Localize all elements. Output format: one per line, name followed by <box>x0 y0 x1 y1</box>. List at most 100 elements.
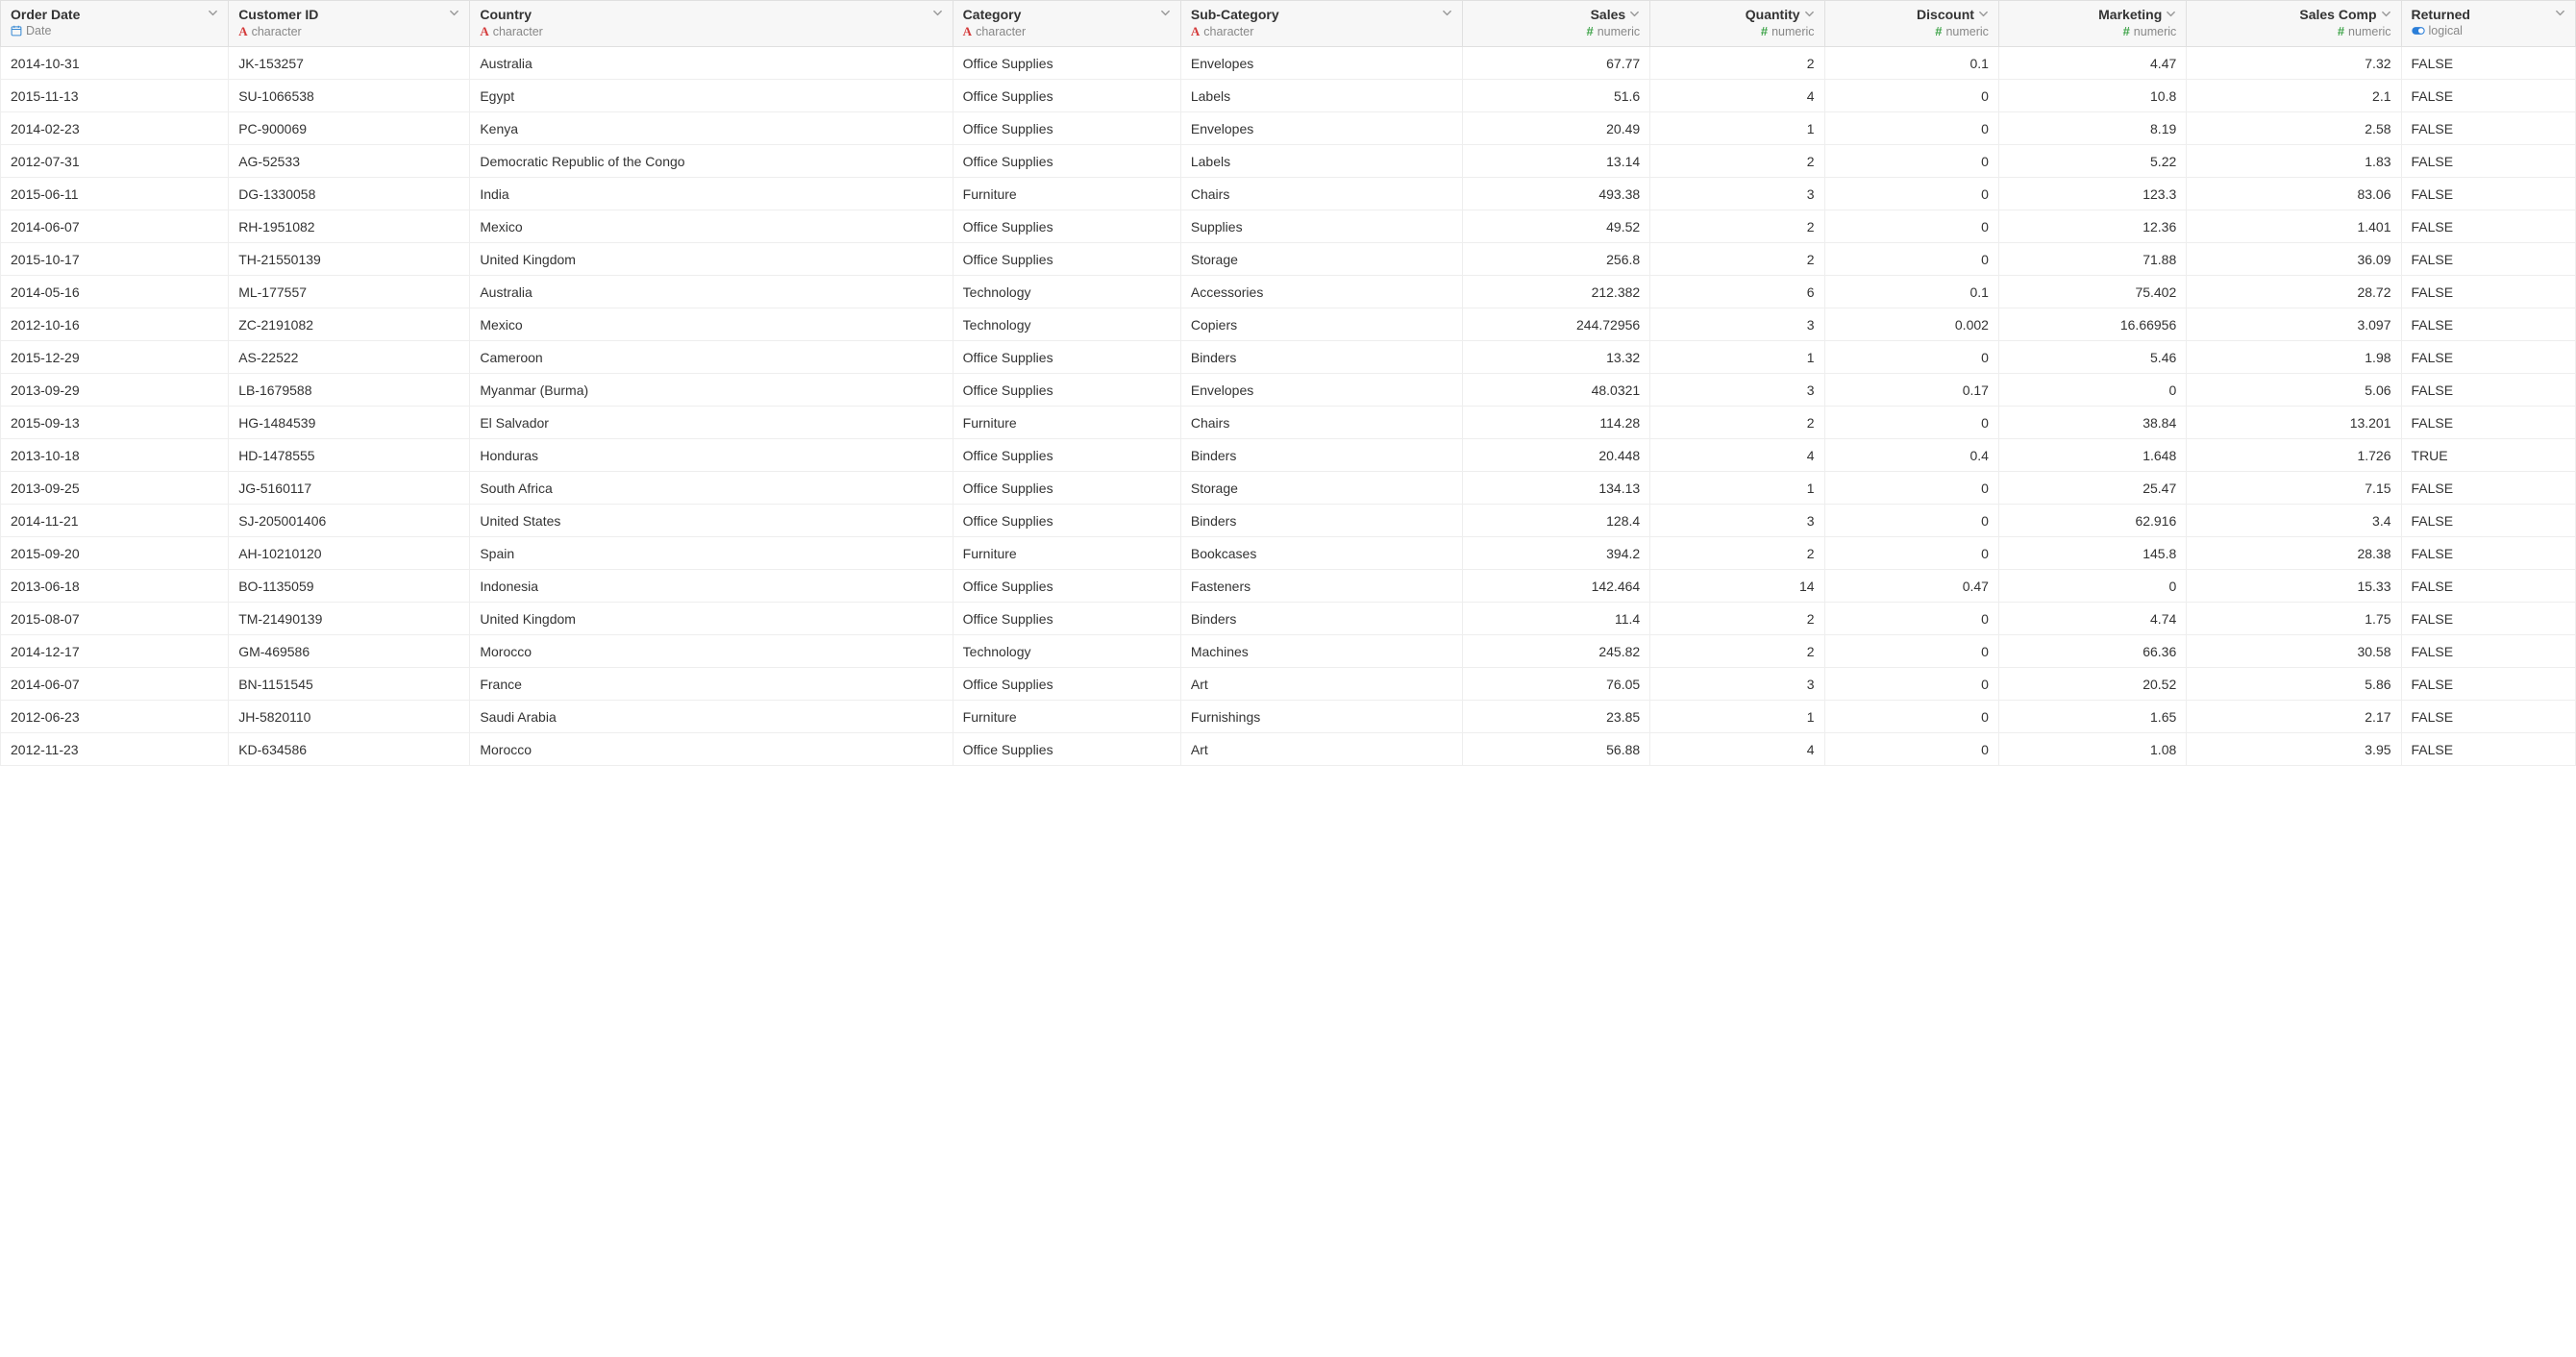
column-header[interactable]: Sub-CategoryAcharacter <box>1180 1 1462 47</box>
cell[interactable]: AS-22522 <box>229 341 470 374</box>
cell[interactable]: FALSE <box>2401 407 2575 439</box>
cell[interactable]: TRUE <box>2401 439 2575 472</box>
cell[interactable]: 2 <box>1650 243 1824 276</box>
cell[interactable]: 1.726 <box>2187 439 2401 472</box>
cell[interactable]: FALSE <box>2401 701 2575 733</box>
cell[interactable]: 0 <box>1824 407 1998 439</box>
cell[interactable]: FALSE <box>2401 570 2575 603</box>
table-row[interactable]: 2013-09-25JG-5160117South AfricaOffice S… <box>1 472 2576 505</box>
cell[interactable]: 1.08 <box>1998 733 2186 766</box>
cell[interactable]: AG-52533 <box>229 145 470 178</box>
table-row[interactable]: 2015-11-13SU-1066538EgyptOffice Supplies… <box>1 80 2576 112</box>
cell[interactable]: 256.8 <box>1462 243 1649 276</box>
cell[interactable]: Office Supplies <box>953 243 1180 276</box>
cell[interactable]: 2013-09-29 <box>1 374 229 407</box>
cell[interactable]: 2015-09-13 <box>1 407 229 439</box>
cell[interactable]: FALSE <box>2401 374 2575 407</box>
cell[interactable]: Spain <box>470 537 953 570</box>
cell[interactable]: 12.36 <box>1998 210 2186 243</box>
cell[interactable]: Labels <box>1180 145 1462 178</box>
cell[interactable]: Kenya <box>470 112 953 145</box>
cell[interactable]: 2013-10-18 <box>1 439 229 472</box>
column-header[interactable]: CountryAcharacter <box>470 1 953 47</box>
cell[interactable]: FALSE <box>2401 308 2575 341</box>
cell[interactable]: TH-21550139 <box>229 243 470 276</box>
table-row[interactable]: 2012-06-23JH-5820110Saudi ArabiaFurnitur… <box>1 701 2576 733</box>
cell[interactable]: Furniture <box>953 701 1180 733</box>
cell[interactable]: 2 <box>1650 603 1824 635</box>
cell[interactable]: 38.84 <box>1998 407 2186 439</box>
cell[interactable]: Office Supplies <box>953 439 1180 472</box>
table-row[interactable]: 2013-10-18HD-1478555HondurasOffice Suppl… <box>1 439 2576 472</box>
cell[interactable]: 0 <box>1824 178 1998 210</box>
cell[interactable]: Australia <box>470 276 953 308</box>
cell[interactable]: 6 <box>1650 276 1824 308</box>
cell[interactable]: 2012-11-23 <box>1 733 229 766</box>
table-row[interactable]: 2012-07-31AG-52533Democratic Republic of… <box>1 145 2576 178</box>
cell[interactable]: 3.4 <box>2187 505 2401 537</box>
cell[interactable]: 4.74 <box>1998 603 2186 635</box>
table-row[interactable]: 2015-06-11DG-1330058IndiaFurnitureChairs… <box>1 178 2576 210</box>
cell[interactable]: 2014-06-07 <box>1 668 229 701</box>
cell[interactable]: GM-469586 <box>229 635 470 668</box>
cell[interactable]: 2015-09-20 <box>1 537 229 570</box>
table-row[interactable]: 2013-06-18BO-1135059IndonesiaOffice Supp… <box>1 570 2576 603</box>
cell[interactable]: 2014-12-17 <box>1 635 229 668</box>
table-row[interactable]: 2013-09-29LB-1679588Myanmar (Burma)Offic… <box>1 374 2576 407</box>
cell[interactable]: Office Supplies <box>953 145 1180 178</box>
cell[interactable]: 0 <box>1998 374 2186 407</box>
cell[interactable]: TM-21490139 <box>229 603 470 635</box>
cell[interactable]: 0 <box>1824 603 1998 635</box>
cell[interactable]: FALSE <box>2401 210 2575 243</box>
cell[interactable]: 2014-06-07 <box>1 210 229 243</box>
cell[interactable]: Office Supplies <box>953 374 1180 407</box>
cell[interactable]: 1.648 <box>1998 439 2186 472</box>
cell[interactable]: 2015-10-17 <box>1 243 229 276</box>
cell[interactable]: 0.4 <box>1824 439 1998 472</box>
cell[interactable]: Supplies <box>1180 210 1462 243</box>
table-row[interactable]: 2014-11-21SJ-205001406United StatesOffic… <box>1 505 2576 537</box>
chevron-down-icon[interactable] <box>2162 9 2176 22</box>
cell[interactable]: 0 <box>1824 635 1998 668</box>
cell[interactable]: Labels <box>1180 80 1462 112</box>
cell[interactable]: 20.52 <box>1998 668 2186 701</box>
table-row[interactable]: 2014-05-16ML-177557AustraliaTechnologyAc… <box>1 276 2576 308</box>
cell[interactable]: Furniture <box>953 407 1180 439</box>
chevron-down-icon[interactable] <box>1438 8 1452 21</box>
column-header[interactable]: Order DateDate <box>1 1 229 47</box>
cell[interactable]: LB-1679588 <box>229 374 470 407</box>
cell[interactable]: Chairs <box>1180 407 1462 439</box>
cell[interactable]: Chairs <box>1180 178 1462 210</box>
cell[interactable]: 3.097 <box>2187 308 2401 341</box>
cell[interactable]: 0 <box>1824 112 1998 145</box>
column-header[interactable]: Quantity#numeric <box>1650 1 1824 47</box>
cell[interactable]: Democratic Republic of the Congo <box>470 145 953 178</box>
cell[interactable]: 15.33 <box>2187 570 2401 603</box>
cell[interactable]: 2012-06-23 <box>1 701 229 733</box>
cell[interactable]: 5.06 <box>2187 374 2401 407</box>
cell[interactable]: Mexico <box>470 308 953 341</box>
cell[interactable]: 28.38 <box>2187 537 2401 570</box>
cell[interactable]: 134.13 <box>1462 472 1649 505</box>
cell[interactable]: 2 <box>1650 47 1824 80</box>
cell[interactable]: Storage <box>1180 243 1462 276</box>
cell[interactable]: 2.1 <box>2187 80 2401 112</box>
cell[interactable]: 7.32 <box>2187 47 2401 80</box>
cell[interactable]: 1.75 <box>2187 603 2401 635</box>
cell[interactable]: RH-1951082 <box>229 210 470 243</box>
cell[interactable]: 4 <box>1650 439 1824 472</box>
cell[interactable]: 3 <box>1650 668 1824 701</box>
cell[interactable]: 7.15 <box>2187 472 2401 505</box>
cell[interactable]: 493.38 <box>1462 178 1649 210</box>
cell[interactable]: 0 <box>1824 472 1998 505</box>
cell[interactable]: Australia <box>470 47 953 80</box>
cell[interactable]: 0.002 <box>1824 308 1998 341</box>
cell[interactable]: FALSE <box>2401 733 2575 766</box>
cell[interactable]: 128.4 <box>1462 505 1649 537</box>
cell[interactable]: 0 <box>1824 733 1998 766</box>
cell[interactable]: 3.95 <box>2187 733 2401 766</box>
cell[interactable]: FALSE <box>2401 80 2575 112</box>
cell[interactable]: 13.32 <box>1462 341 1649 374</box>
cell[interactable]: 2.58 <box>2187 112 2401 145</box>
chevron-down-icon[interactable] <box>2377 9 2391 22</box>
